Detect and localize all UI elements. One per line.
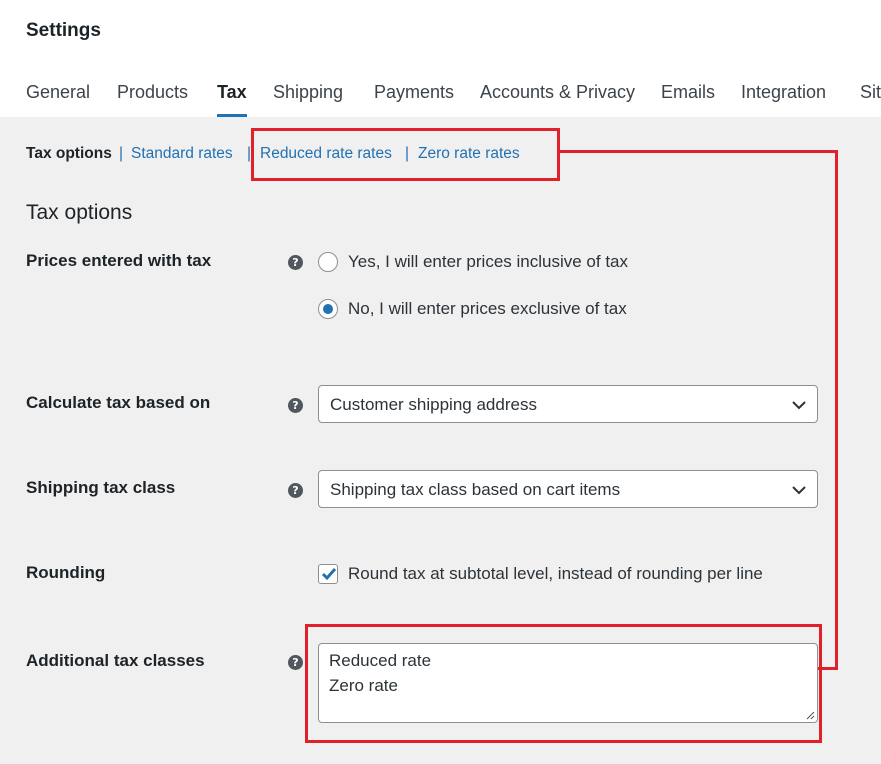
annotation-connector-top bbox=[558, 150, 838, 153]
shipping-tax-class-label: Shipping tax class bbox=[26, 478, 176, 497]
additional-tax-classes-label: Additional tax classes bbox=[26, 651, 205, 670]
question-circle-icon[interactable]: ? bbox=[288, 655, 303, 670]
prices-inclusive-label[interactable]: Yes, I will enter prices inclusive of ta… bbox=[348, 252, 628, 272]
subnav-separator: | bbox=[119, 145, 124, 162]
annotation-box-subnav bbox=[251, 128, 560, 181]
select-value: Shipping tax class based on cart items bbox=[330, 480, 621, 499]
settings-header: Settings General Products Tax Shipping P… bbox=[0, 0, 881, 117]
tab-general[interactable]: General bbox=[26, 78, 90, 117]
section-title: Tax options bbox=[26, 201, 133, 224]
tab-payments[interactable]: Payments bbox=[374, 78, 454, 117]
prices-exclusive-label[interactable]: No, I will enter prices exclusive of tax bbox=[348, 299, 627, 319]
tab-site-visibility[interactable]: Sit bbox=[860, 78, 881, 117]
tab-emails[interactable]: Emails bbox=[661, 78, 715, 117]
chevron-down-icon bbox=[792, 486, 806, 495]
settings-tabs: General Products Tax Shipping Payments A… bbox=[0, 78, 881, 117]
subnav-tax-options: Tax options bbox=[26, 145, 112, 162]
chevron-down-icon bbox=[792, 401, 806, 410]
rounding-label: Rounding bbox=[26, 563, 106, 582]
tab-integration[interactable]: Integration bbox=[741, 78, 826, 117]
shipping-tax-class-select[interactable]: Shipping tax class based on cart items bbox=[318, 470, 818, 508]
annotation-box-textarea bbox=[305, 624, 822, 743]
page-title: Settings bbox=[26, 20, 101, 41]
tab-shipping[interactable]: Shipping bbox=[273, 78, 343, 117]
rounding-checkbox[interactable] bbox=[318, 564, 338, 584]
tab-products[interactable]: Products bbox=[117, 78, 188, 117]
calculate-tax-based-on-label: Calculate tax based on bbox=[26, 393, 211, 412]
tab-accounts-privacy[interactable]: Accounts & Privacy bbox=[480, 78, 635, 117]
annotation-connector-vertical bbox=[835, 150, 838, 670]
question-circle-icon[interactable]: ? bbox=[288, 255, 303, 270]
checkmark-icon bbox=[321, 568, 337, 581]
subnav-standard-rates[interactable]: Standard rates bbox=[131, 145, 233, 163]
rounding-checkbox-label[interactable]: Round tax at subtotal level, instead of … bbox=[348, 564, 763, 584]
prices-exclusive-radio[interactable] bbox=[318, 299, 338, 319]
prices-entered-with-tax-label: Prices entered with tax bbox=[26, 251, 212, 270]
question-circle-icon[interactable]: ? bbox=[288, 483, 303, 498]
calculate-tax-based-on-select[interactable]: Customer shipping address bbox=[318, 385, 818, 423]
select-value: Customer shipping address bbox=[330, 395, 537, 414]
question-circle-icon[interactable]: ? bbox=[288, 398, 303, 413]
prices-inclusive-radio[interactable] bbox=[318, 252, 338, 272]
tab-tax[interactable]: Tax bbox=[217, 78, 247, 117]
